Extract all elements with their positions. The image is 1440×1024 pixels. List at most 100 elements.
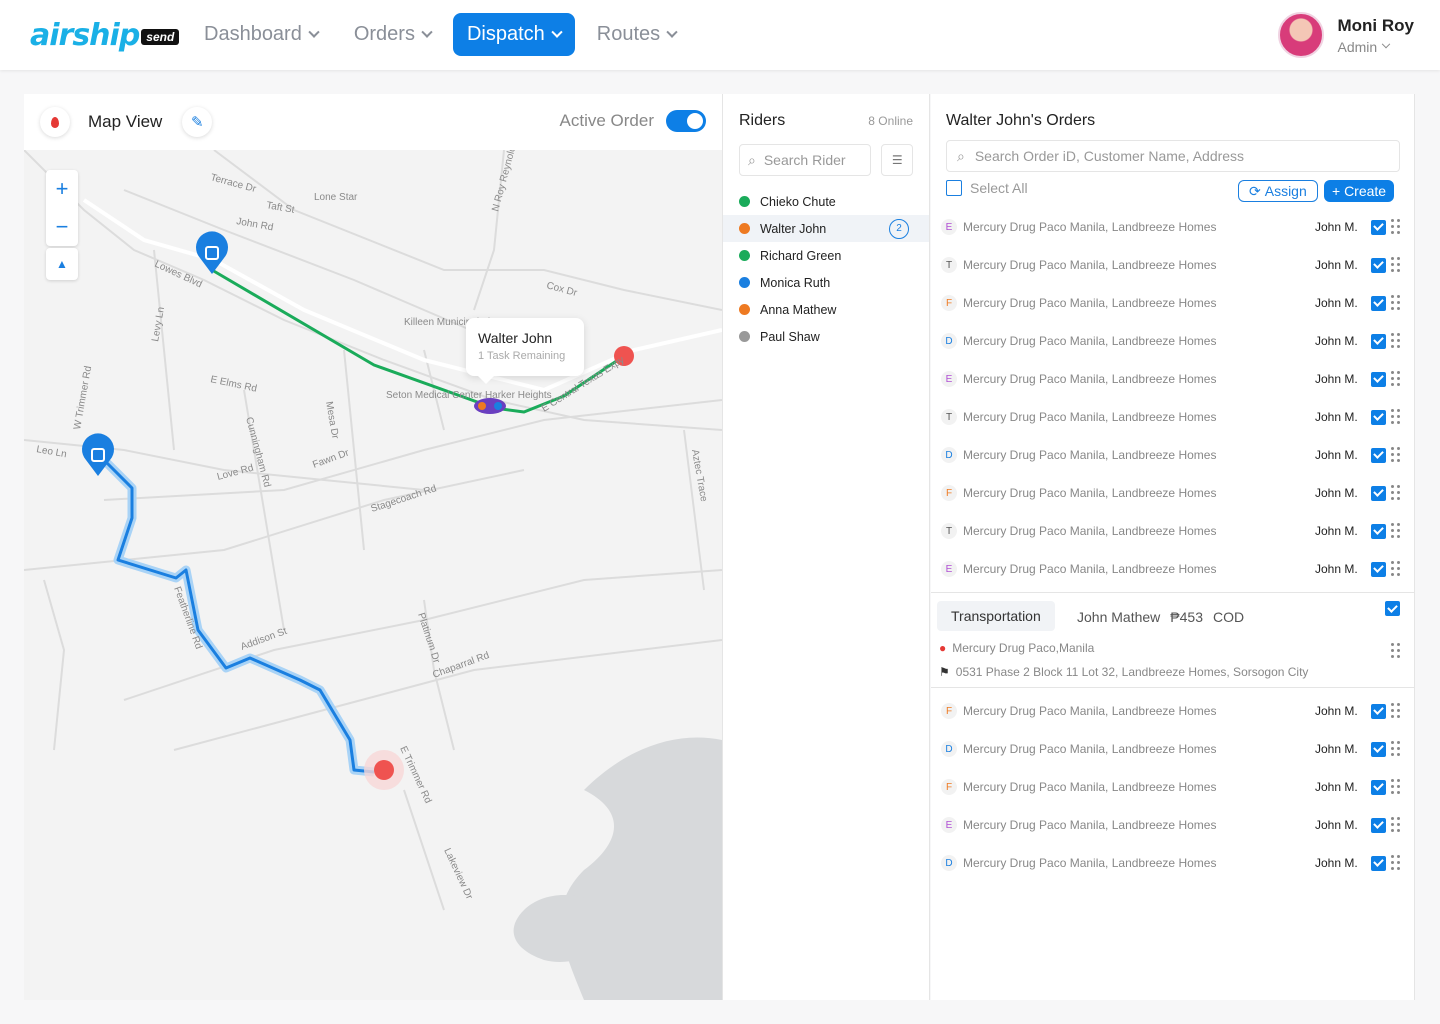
search-icon: ⌕	[748, 151, 756, 168]
order-row[interactable]: F Mercury Drug Paco Manila, Landbreeze Ho…	[931, 692, 1415, 730]
order-row[interactable]: T Mercury Drug Paco Manila, Landbreeze Ho…	[931, 246, 1415, 284]
zoom-out-button[interactable]: −	[46, 208, 78, 246]
order-type-letter: E	[941, 219, 957, 235]
order-row[interactable]: E Mercury Drug Paco Manila, Landbreeze Ho…	[931, 208, 1415, 246]
rider-item[interactable]: Monica Ruth	[723, 269, 929, 296]
customer-name: John Mathew	[1077, 609, 1161, 625]
order-checkbox[interactable]	[1371, 371, 1386, 387]
rider-name: Paul Shaw	[760, 329, 820, 344]
rider-search-input[interactable]: ⌕ Search Rider	[739, 144, 872, 176]
order-checkbox[interactable]	[1371, 561, 1386, 577]
order-type-letter: D	[941, 447, 957, 463]
drag-handle-icon[interactable]	[1391, 485, 1401, 501]
map-canvas[interactable]: Lone Star Killeen Municipal Airport Seto…	[24, 150, 722, 1000]
drag-handle-icon[interactable]	[1391, 643, 1401, 659]
order-checkbox[interactable]	[1371, 817, 1386, 833]
order-checkbox[interactable]	[1371, 333, 1386, 349]
order-row[interactable]: F Mercury Drug Paco Manila, Landbreeze Ho…	[931, 768, 1415, 806]
drag-handle-icon[interactable]	[1391, 523, 1401, 539]
order-list: E Mercury Drug Paco Manila, Landbreeze Ho…	[931, 208, 1415, 882]
drag-handle-icon[interactable]	[1391, 741, 1401, 757]
rider-filter-button[interactable]: ☰	[881, 144, 913, 176]
order-summary: John Mathew ₱453 COD	[1077, 609, 1244, 625]
nav-routes[interactable]: Routes	[583, 13, 690, 56]
drag-handle-icon[interactable]	[1391, 817, 1401, 833]
assign-button[interactable]: ⟳ Assign	[1238, 180, 1318, 202]
map-label: Lakeview Dr	[441, 847, 475, 902]
map-water	[513, 737, 722, 1000]
order-address: Mercury Drug Paco Manila, Landbreeze Hom…	[963, 448, 1217, 462]
nav-dispatch[interactable]: Dispatch	[452, 13, 575, 56]
order-row[interactable]: D Mercury Drug Paco Manila, Landbreeze Ho…	[931, 730, 1415, 768]
order-row[interactable]: E Mercury Drug Paco Manila, Landbreeze Ho…	[931, 360, 1415, 398]
active-order-toggle[interactable]	[666, 110, 706, 132]
rider-tooltip: Walter John 1 Task Remaining	[466, 318, 584, 384]
expanded-order[interactable]: Transportation John Mathew ₱453 COD ● Me…	[931, 592, 1415, 688]
order-address: Mercury Drug Paco Manila, Landbreeze Hom…	[963, 296, 1217, 310]
create-button[interactable]: + Create	[1324, 180, 1395, 202]
map-label: Fawn Dr	[311, 447, 351, 470]
order-checkbox[interactable]	[1371, 703, 1386, 719]
order-checkbox[interactable]	[1371, 741, 1386, 757]
order-checkbox[interactable]	[1371, 295, 1386, 311]
order-address: Mercury Drug Paco Manila, Landbreeze Hom…	[963, 780, 1217, 794]
drag-handle-icon[interactable]	[1391, 447, 1401, 463]
rider-search-row: ⌕ Search Rider ☰	[723, 130, 929, 176]
zoom-in-button[interactable]: +	[46, 170, 78, 208]
rider-item[interactable]: Paul Shaw	[723, 323, 929, 350]
order-row[interactable]: F Mercury Drug Paco Manila, Landbreeze Ho…	[931, 284, 1415, 322]
location-pin-button[interactable]	[40, 107, 70, 137]
order-row[interactable]: F Mercury Drug Paco Manila, Landbreeze Ho…	[931, 474, 1415, 512]
map-label: E Elms Rd	[209, 374, 257, 395]
rider-item[interactable]: Richard Green	[723, 242, 929, 269]
drag-handle-icon[interactable]	[1391, 703, 1401, 719]
nav-dashboard[interactable]: Dashboard	[190, 13, 332, 56]
drag-handle-icon[interactable]	[1391, 295, 1401, 311]
drag-handle-icon[interactable]	[1391, 257, 1401, 273]
order-checkbox[interactable]	[1371, 523, 1386, 539]
rider-item[interactable]: Walter John 2	[723, 215, 929, 242]
order-checkbox[interactable]	[1371, 409, 1386, 425]
order-row[interactable]: E Mercury Drug Paco Manila, Landbreeze Ho…	[931, 550, 1415, 588]
user-menu[interactable]: Moni Roy Admin	[1277, 12, 1415, 58]
order-checkbox[interactable]	[1385, 601, 1400, 616]
drag-handle-icon[interactable]	[1391, 855, 1401, 871]
order-row[interactable]: D Mercury Drug Paco Manila, Landbreeze Ho…	[931, 322, 1415, 360]
brand-logo[interactable]: airship send	[30, 17, 180, 53]
order-row[interactable]: T Mercury Drug Paco Manila, Landbreeze Ho…	[931, 398, 1415, 436]
order-checkbox[interactable]	[1371, 447, 1386, 463]
drag-handle-icon[interactable]	[1391, 409, 1401, 425]
order-row[interactable]: E Mercury Drug Paco Manila, Landbreeze Ho…	[931, 806, 1415, 844]
nav-orders[interactable]: Orders	[340, 13, 445, 56]
order-checkbox[interactable]	[1371, 219, 1386, 235]
order-row[interactable]: D Mercury Drug Paco Manila, Landbreeze Ho…	[931, 436, 1415, 474]
active-order-control: Active Order	[560, 110, 706, 132]
order-row[interactable]: T Mercury Drug Paco Manila, Landbreeze Ho…	[931, 512, 1415, 550]
drag-handle-icon[interactable]	[1391, 561, 1401, 577]
map-label: Love Rd	[216, 463, 255, 483]
order-type-letter: E	[941, 371, 957, 387]
main-nav: Dashboard Orders Dispatch Routes	[190, 13, 690, 56]
drag-handle-icon[interactable]	[1391, 779, 1401, 795]
order-checkbox[interactable]	[1371, 855, 1386, 871]
order-row[interactable]: D Mercury Drug Paco Manila, Landbreeze Ho…	[931, 844, 1415, 882]
order-checkbox[interactable]	[1371, 485, 1386, 501]
drag-handle-icon[interactable]	[1391, 219, 1401, 235]
select-all-checkbox[interactable]: Select All	[946, 180, 1028, 196]
compass-button[interactable]: ▲	[46, 248, 78, 280]
rider-item[interactable]: Anna Mathew	[723, 296, 929, 323]
user-role[interactable]: Admin	[1338, 39, 1415, 55]
drag-handle-icon[interactable]	[1391, 371, 1401, 387]
chevron-down-icon	[551, 26, 563, 38]
order-checkbox[interactable]	[1371, 257, 1386, 273]
top-header: airship send Dashboard Orders Dispatch R…	[0, 0, 1440, 70]
order-search-input[interactable]: ⌕ Search Order iD, Customer Name, Addres…	[946, 140, 1400, 172]
pickup-pin-1	[196, 231, 228, 274]
draw-area-button[interactable]: ✎	[182, 107, 213, 137]
rider-item[interactable]: Chieko Chute	[723, 188, 929, 215]
order-checkbox[interactable]	[1371, 779, 1386, 795]
drag-handle-icon[interactable]	[1391, 333, 1401, 349]
map-label: Leo Ln	[35, 444, 67, 460]
order-type-letter: F	[941, 485, 957, 501]
pickup-line: ● Mercury Drug Paco,Manila	[939, 641, 1094, 655]
